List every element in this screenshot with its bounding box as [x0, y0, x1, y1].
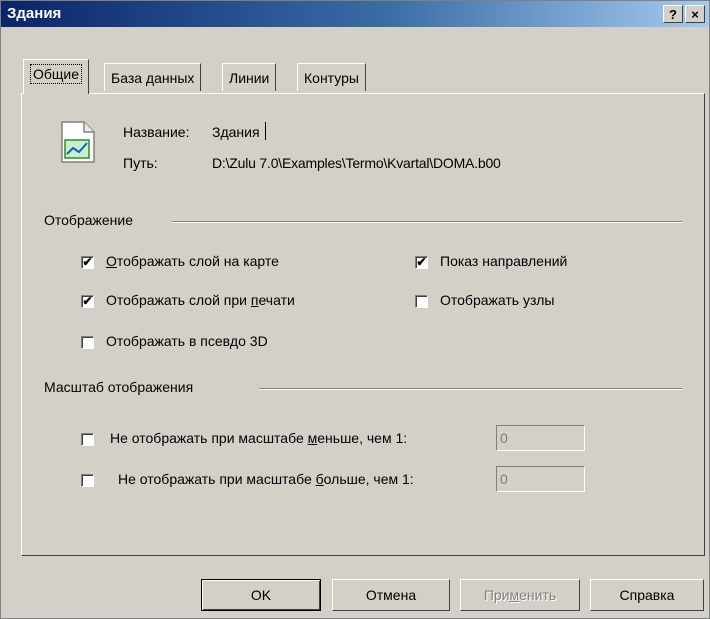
path-label: Путь:: [123, 155, 158, 171]
display-group-title: Отображение: [44, 212, 134, 228]
help-icon[interactable]: ?: [663, 5, 683, 23]
tab-contours[interactable]: Контуры: [297, 63, 366, 91]
scale-group-divider: [259, 388, 682, 390]
show-nodes-label[interactable]: Отображать узлы: [440, 292, 554, 308]
cancel-button[interactable]: Отмена: [332, 579, 450, 611]
tab-general[interactable]: Общие: [23, 59, 90, 94]
hide-larger-checkbox[interactable]: [81, 474, 94, 487]
name-value[interactable]: Здания: [212, 124, 260, 140]
scale-group-title: Масштаб отображения: [44, 379, 194, 395]
hide-smaller-checkbox[interactable]: [81, 433, 94, 446]
pseudo-3d-checkbox[interactable]: [81, 336, 94, 349]
tab-panel-general: Название: Здания Путь: D:\Zulu 7.0\Examp…: [21, 93, 705, 556]
tab-lines[interactable]: Линии: [222, 63, 277, 91]
buildings-dialog: Здания ? × Общие База данных Линии Конту…: [0, 0, 710, 619]
ok-button[interactable]: OK: [201, 579, 321, 611]
show-on-map-checkbox[interactable]: ✔: [81, 256, 94, 269]
name-label: Название:: [123, 124, 190, 140]
apply-button[interactable]: Применить: [460, 579, 580, 611]
tab-database[interactable]: База данных: [104, 63, 202, 91]
hide-larger-label[interactable]: Не отображать при масштабе больше, чем 1…: [118, 471, 414, 487]
hide-smaller-label[interactable]: Не отображать при масштабе меньше, чем 1…: [110, 430, 407, 446]
layer-document-icon: [61, 121, 95, 163]
show-on-map-label[interactable]: Отображать слой на карте: [106, 253, 279, 269]
pseudo-3d-label[interactable]: Отображать в псевдо 3D: [106, 333, 268, 349]
hide-larger-input[interactable]: 0: [496, 466, 585, 492]
close-icon[interactable]: ×: [685, 5, 705, 23]
show-on-print-checkbox[interactable]: ✔: [81, 295, 94, 308]
title-bar: Здания: [1, 1, 709, 27]
display-group-divider: [172, 221, 682, 223]
show-on-print-label[interactable]: Отображать слой при печати: [106, 292, 295, 308]
show-directions-label[interactable]: Показ направлений: [440, 253, 567, 269]
show-nodes-checkbox[interactable]: [415, 295, 428, 308]
help-button[interactable]: Справка: [590, 579, 704, 611]
hide-smaller-input[interactable]: 0: [496, 425, 585, 451]
path-value: D:\Zulu 7.0\Examples\Termo\Kvartal\DOMA.…: [212, 155, 501, 171]
show-directions-checkbox[interactable]: ✔: [415, 256, 428, 269]
text-cursor: [265, 122, 266, 140]
window-title: Здания: [7, 5, 62, 22]
